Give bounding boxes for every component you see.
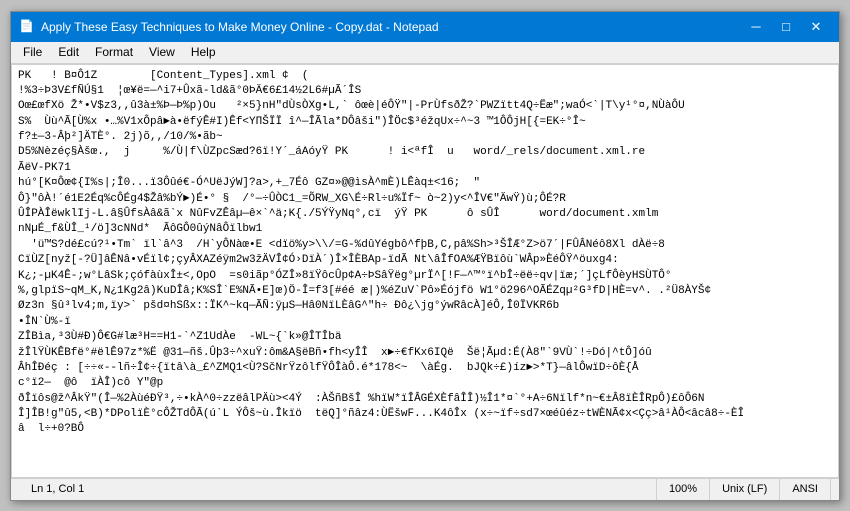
status-line-ending: Unix (LF): [710, 479, 780, 500]
notepad-window: 📄 Apply These Easy Techniques to Make Mo…: [10, 11, 840, 501]
maximize-button[interactable]: □: [771, 12, 801, 42]
status-encoding: ANSI: [780, 479, 831, 500]
title-bar-left: 📄 Apply These Easy Techniques to Make Mo…: [19, 19, 741, 35]
close-button[interactable]: ✕: [801, 12, 831, 42]
menu-help[interactable]: Help: [183, 42, 224, 63]
status-position: Ln 1, Col 1: [19, 479, 657, 500]
title-bar: 📄 Apply These Easy Techniques to Make Mo…: [11, 12, 839, 42]
minimize-button[interactable]: ─: [741, 12, 771, 42]
text-area-container: PK ! B¤Ô1Z [Content_Types].xml ¢ ( !%3÷Þ…: [11, 64, 839, 478]
status-bar: Ln 1, Col 1 100% Unix (LF) ANSI: [11, 478, 839, 500]
menu-edit[interactable]: Edit: [50, 42, 87, 63]
status-zoom: 100%: [657, 479, 710, 500]
menu-bar: File Edit Format View Help: [11, 42, 839, 64]
menu-file[interactable]: File: [15, 42, 50, 63]
app-icon: 📄: [19, 19, 35, 35]
title-buttons: ─ □ ✕: [741, 12, 831, 42]
menu-format[interactable]: Format: [87, 42, 141, 63]
text-content[interactable]: PK ! B¤Ô1Z [Content_Types].xml ¢ ( !%3÷Þ…: [12, 65, 838, 477]
menu-view[interactable]: View: [141, 42, 183, 63]
window-title: Apply These Easy Techniques to Make Mone…: [41, 20, 439, 34]
